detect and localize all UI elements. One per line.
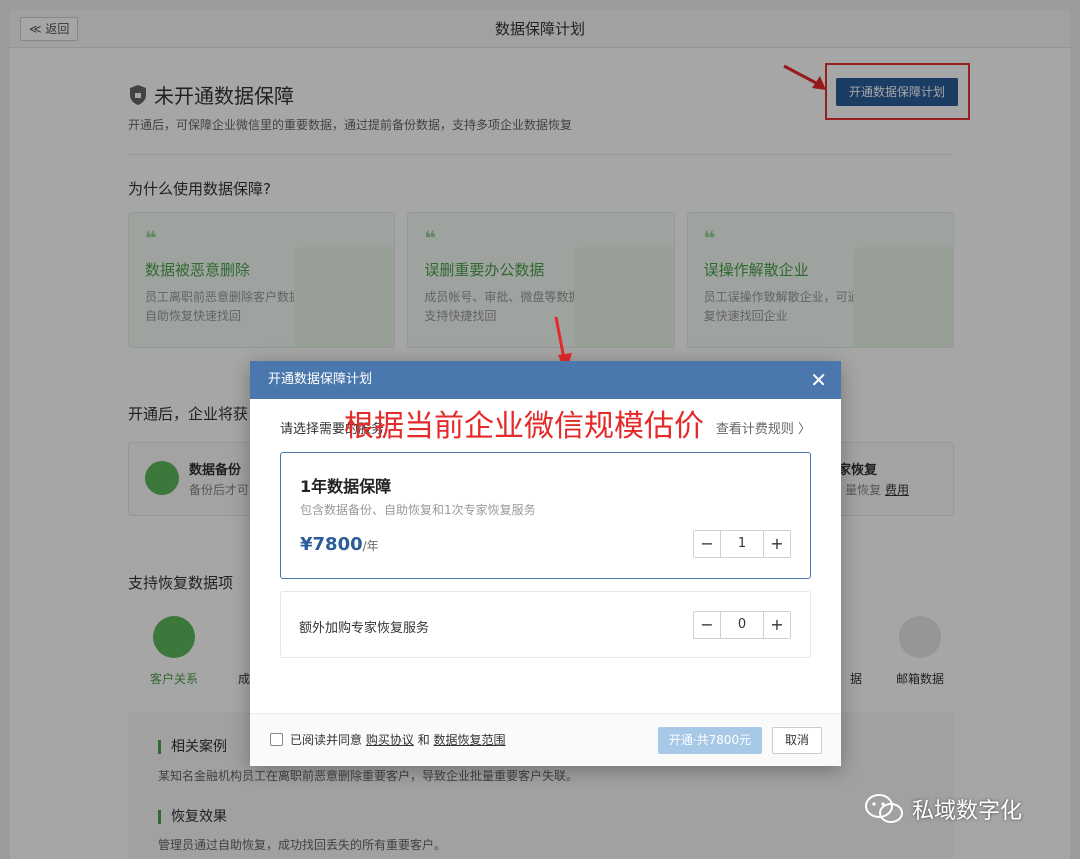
agree-text: 已阅读并同意 购买协议 和 数据恢复范围 [290, 733, 506, 747]
plan-quantity-stepper: − 1 + [693, 530, 791, 558]
minus-button[interactable]: − [694, 531, 720, 557]
modal-header: 开通数据保障计划 ✕ [250, 361, 841, 399]
cancel-button[interactable]: 取消 [772, 727, 822, 754]
watermark-text: 私域数字化 [912, 799, 1023, 824]
open-plan-modal: 开通数据保障计划 ✕ 请选择需要的服务 查看计费规则 〉 根据当前企业微信规模估… [250, 361, 841, 766]
extra-quantity-stepper: − 0 + [693, 611, 791, 639]
plan-card[interactable]: 1年数据保障 包含数据备份、自助恢复和1次专家恢复服务 ¥7800/年 − 1 … [280, 452, 811, 579]
purchase-agreement-link[interactable]: 购买协议 [366, 733, 414, 747]
pricing-rule-link[interactable]: 查看计费规则 〉 [716, 418, 811, 437]
close-icon[interactable]: ✕ [810, 361, 827, 399]
plan-desc: 包含数据备份、自助恢复和1次专家恢复服务 [300, 503, 536, 517]
agree-checkbox[interactable] [270, 733, 283, 746]
plan-title: 1年数据保障 [300, 477, 392, 496]
watermark: 私域数字化 [864, 793, 1022, 825]
plus-button[interactable]: + [764, 531, 790, 557]
quantity-value[interactable]: 0 [720, 612, 764, 638]
extra-service-label: 额外加购专家恢复服务 [299, 621, 430, 636]
minus-button[interactable]: − [694, 612, 720, 638]
plus-button[interactable]: + [764, 612, 790, 638]
confirm-open-button[interactable]: 开通·共7800元 [658, 727, 762, 754]
wechat-icon [865, 794, 903, 823]
plan-price: ¥7800/年 [300, 534, 379, 555]
price-annotation: 根据当前企业微信规模估价 [344, 409, 704, 444]
modal-title: 开通数据保障计划 [268, 372, 373, 387]
modal-footer: 已阅读并同意 购买协议 和 数据恢复范围 开通·共7800元 取消 [250, 713, 841, 766]
recovery-scope-link[interactable]: 数据恢复范围 [434, 733, 506, 747]
extra-service-card: 额外加购专家恢复服务 − 0 + [280, 591, 811, 658]
quantity-value[interactable]: 1 [720, 531, 764, 557]
